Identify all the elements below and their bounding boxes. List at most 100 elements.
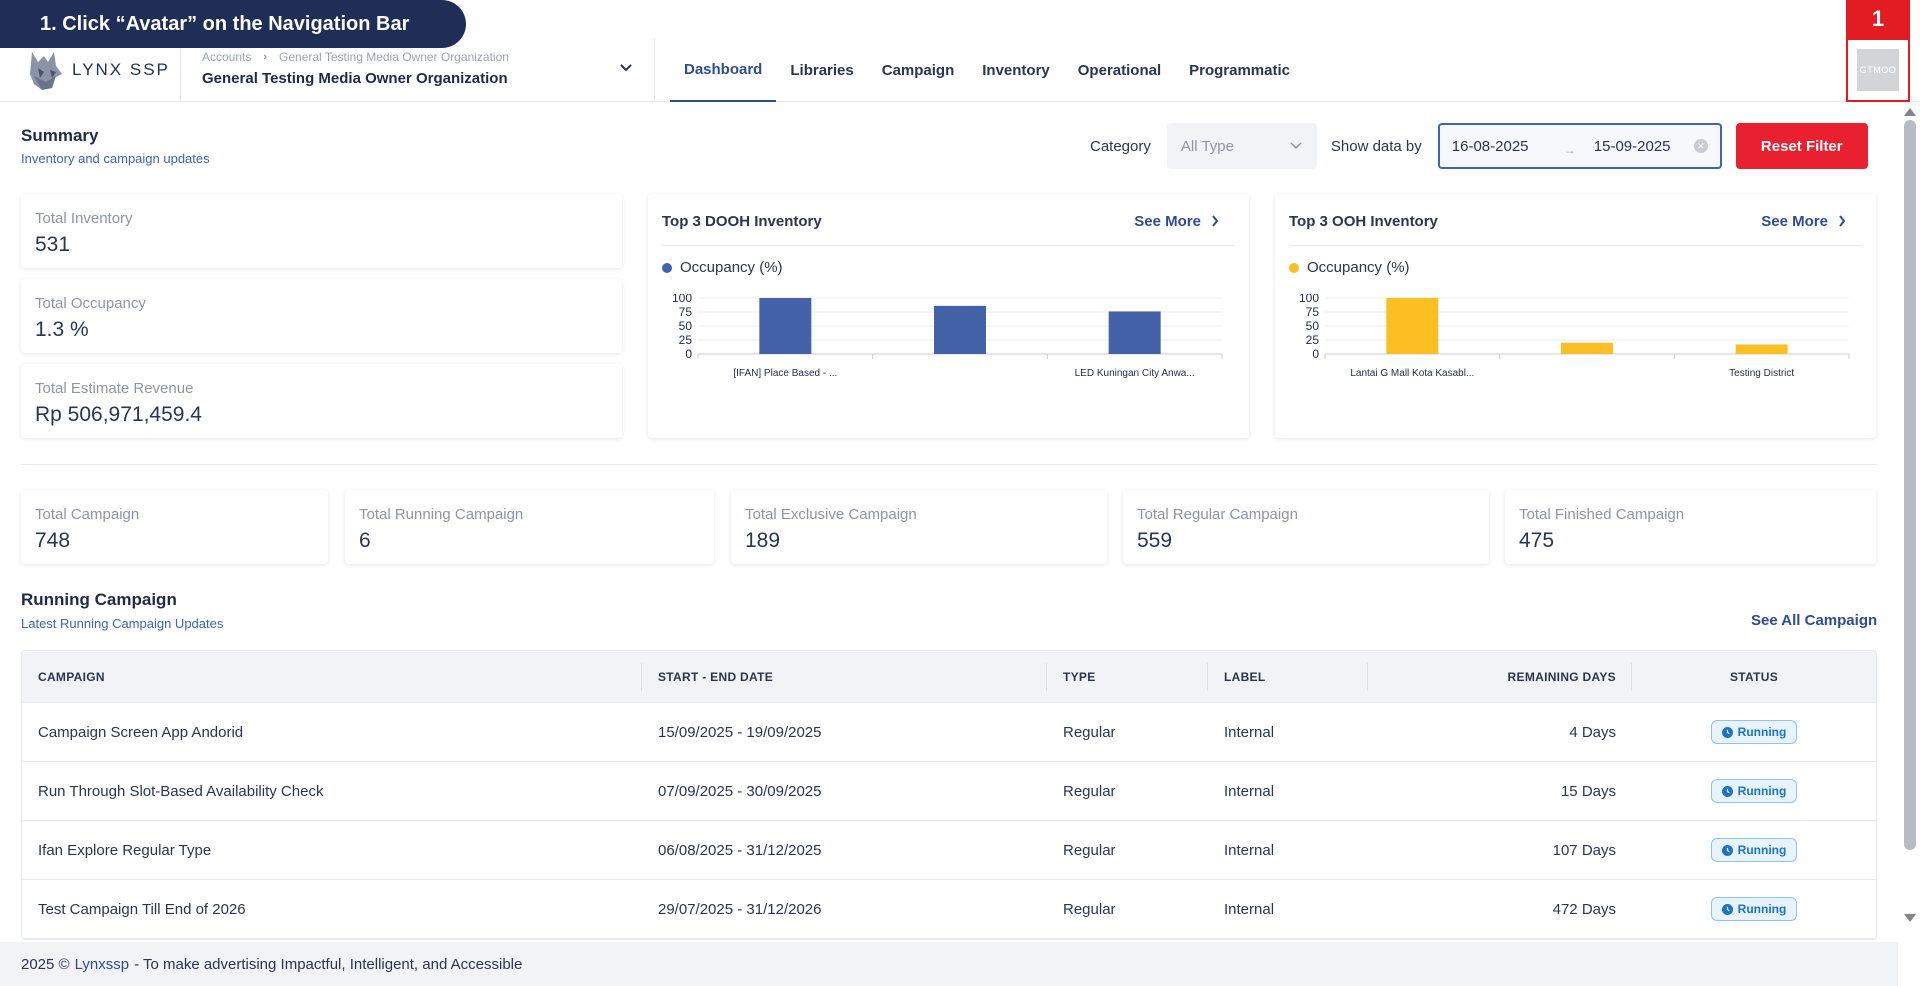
table-row[interactable]: Campaign Screen App Andorid15/09/2025 - … <box>22 703 1876 762</box>
cell-campaign: Campaign Screen App Andorid <box>22 724 642 741</box>
column-header-campaign: CAMPAIGN <box>22 651 642 703</box>
arrow-right-icon: → <box>1564 143 1594 157</box>
stat-card-total-campaign: Total Campaign 748 <box>21 490 328 564</box>
cell-type: Regular <box>1047 901 1208 918</box>
footer: 2025 © Lynxssp - To make advertising Imp… <box>0 942 1898 986</box>
chart-card-ooh: Top 3 OOH Inventory See More Occupancy (… <box>1275 194 1876 438</box>
clock-icon <box>1722 786 1733 797</box>
ooh-bar-chart: 1007550250Lantai G Mall Kota Kasabl...Te… <box>1289 294 1862 394</box>
stat-value: 475 <box>1519 529 1862 553</box>
org-selector[interactable]: Accounts › General Testing Media Owner O… <box>202 50 642 87</box>
y-tick-label: 25 <box>1306 333 1320 347</box>
running-campaign-table: CAMPAIGN START - END DATE TYPE LABEL REM… <box>21 650 1877 940</box>
cell-status: Running <box>1632 897 1876 921</box>
cell-label: Internal <box>1208 901 1368 918</box>
see-more-ooh-link[interactable]: See More <box>1761 213 1862 230</box>
footer-copyright: 2025 © <box>21 956 70 973</box>
step-badge: 1 <box>1846 0 1910 38</box>
category-value: All Type <box>1181 138 1234 155</box>
logo-text: LYNX SSP <box>72 60 170 80</box>
main-nav: Dashboard Libraries Campaign Inventory O… <box>670 38 1304 102</box>
table-row[interactable]: Run Through Slot-Based Availability Chec… <box>22 762 1876 821</box>
cell-remaining-days: 472 Days <box>1368 901 1632 918</box>
stat-label: Total Finished Campaign <box>1519 506 1862 523</box>
summary-subtitle: Inventory and campaign updates <box>21 151 210 166</box>
cell-remaining-days: 107 Days <box>1368 842 1632 859</box>
status-badge: Running <box>1711 838 1798 862</box>
y-tick-label: 50 <box>679 319 693 333</box>
reset-filter-button[interactable]: Reset Filter <box>1736 123 1868 169</box>
avatar-highlight[interactable]: GTMOO <box>1846 38 1910 102</box>
bar <box>759 298 811 354</box>
chevron-right-icon <box>1838 215 1846 227</box>
logo[interactable]: LYNX SSP <box>26 48 170 92</box>
nav-campaign[interactable]: Campaign <box>868 38 969 102</box>
stat-value: 1.3 % <box>35 318 608 342</box>
status-label: Running <box>1738 902 1787 916</box>
cell-label: Internal <box>1208 842 1368 859</box>
cell-campaign: Test Campaign Till End of 2026 <box>22 901 642 918</box>
bar <box>1561 343 1613 354</box>
status-label: Running <box>1738 784 1787 798</box>
column-header-status: STATUS <box>1632 651 1876 703</box>
chart-legend: Occupancy (%) <box>662 259 1235 276</box>
breadcrumb-accounts[interactable]: Accounts <box>202 50 251 64</box>
see-more-label: See More <box>1761 213 1828 230</box>
nav-libraries[interactable]: Libraries <box>776 38 867 102</box>
cell-type: Regular <box>1047 724 1208 741</box>
chevron-down-icon <box>1289 141 1303 151</box>
clear-icon[interactable]: ✕ <box>1694 139 1708 153</box>
column-header-label: LABEL <box>1208 651 1368 703</box>
avatar[interactable]: GTMOO <box>1857 49 1899 91</box>
stat-label: Total Regular Campaign <box>1137 506 1475 523</box>
cell-label: Internal <box>1208 724 1368 741</box>
section-divider <box>21 464 1877 465</box>
lynx-logo-icon <box>26 48 64 92</box>
nav-programmatic[interactable]: Programmatic <box>1175 38 1304 102</box>
nav-inventory[interactable]: Inventory <box>968 38 1064 102</box>
column-header-dates: START - END DATE <box>642 651 1047 703</box>
table-row[interactable]: Ifan Explore Regular Type06/08/2025 - 31… <box>22 821 1876 880</box>
scroll-down-icon[interactable] <box>1904 914 1916 922</box>
y-tick-label: 75 <box>679 305 693 319</box>
date-range-picker[interactable]: 16-08-2025 → 15-09-2025 ✕ <box>1438 123 1722 169</box>
chart-card-dooh: Top 3 DOOH Inventory See More Occupancy … <box>648 194 1249 438</box>
chevron-right-icon: › <box>263 51 267 63</box>
scroll-up-icon[interactable] <box>1904 108 1916 116</box>
summary-title: Summary <box>21 126 98 146</box>
chart-divider <box>1289 245 1862 246</box>
dooh-bar-chart: 1007550250[IFAN] Place Based - ...LED Ku… <box>662 294 1235 394</box>
clock-icon <box>1722 845 1733 856</box>
category-select[interactable]: All Type <box>1167 123 1317 169</box>
running-campaign-title: Running Campaign <box>21 590 177 610</box>
nav-dashboard[interactable]: Dashboard <box>670 38 776 102</box>
x-tick-label: Lantai G Mall Kota Kasabl... <box>1350 368 1474 379</box>
cell-dates: 06/08/2025 - 31/12/2025 <box>642 842 1047 859</box>
status-label: Running <box>1738 843 1787 857</box>
date-to[interactable]: 15-09-2025 <box>1594 138 1694 155</box>
chart-title: Top 3 DOOH Inventory <box>662 213 822 230</box>
header-divider <box>654 38 655 102</box>
cell-remaining-days: 4 Days <box>1368 724 1632 741</box>
bar <box>934 306 986 354</box>
y-tick-label: 25 <box>679 333 693 347</box>
column-header-type: TYPE <box>1047 651 1208 703</box>
cell-type: Regular <box>1047 783 1208 800</box>
breadcrumb: Accounts › General Testing Media Owner O… <box>202 50 642 64</box>
scroll-thumb[interactable] <box>1904 120 1916 850</box>
cell-status: Running <box>1632 720 1876 744</box>
date-from[interactable]: 16-08-2025 <box>1452 138 1564 155</box>
column-header-remaining: REMAINING DAYS <box>1368 651 1632 703</box>
chevron-down-icon[interactable] <box>616 60 636 76</box>
nav-operational[interactable]: Operational <box>1064 38 1175 102</box>
chart-legend: Occupancy (%) <box>1289 259 1862 276</box>
chart-divider <box>662 245 1235 246</box>
stat-value: 189 <box>745 529 1093 553</box>
scrollbar[interactable] <box>1900 104 1920 924</box>
see-all-campaign-link[interactable]: See All Campaign <box>1751 612 1877 629</box>
table-row[interactable]: Test Campaign Till End of 202629/07/2025… <box>22 880 1876 939</box>
footer-brand-link[interactable]: Lynxssp <box>75 956 129 973</box>
status-badge: Running <box>1711 779 1798 803</box>
see-more-dooh-link[interactable]: See More <box>1134 213 1235 230</box>
cell-remaining-days: 15 Days <box>1368 783 1632 800</box>
